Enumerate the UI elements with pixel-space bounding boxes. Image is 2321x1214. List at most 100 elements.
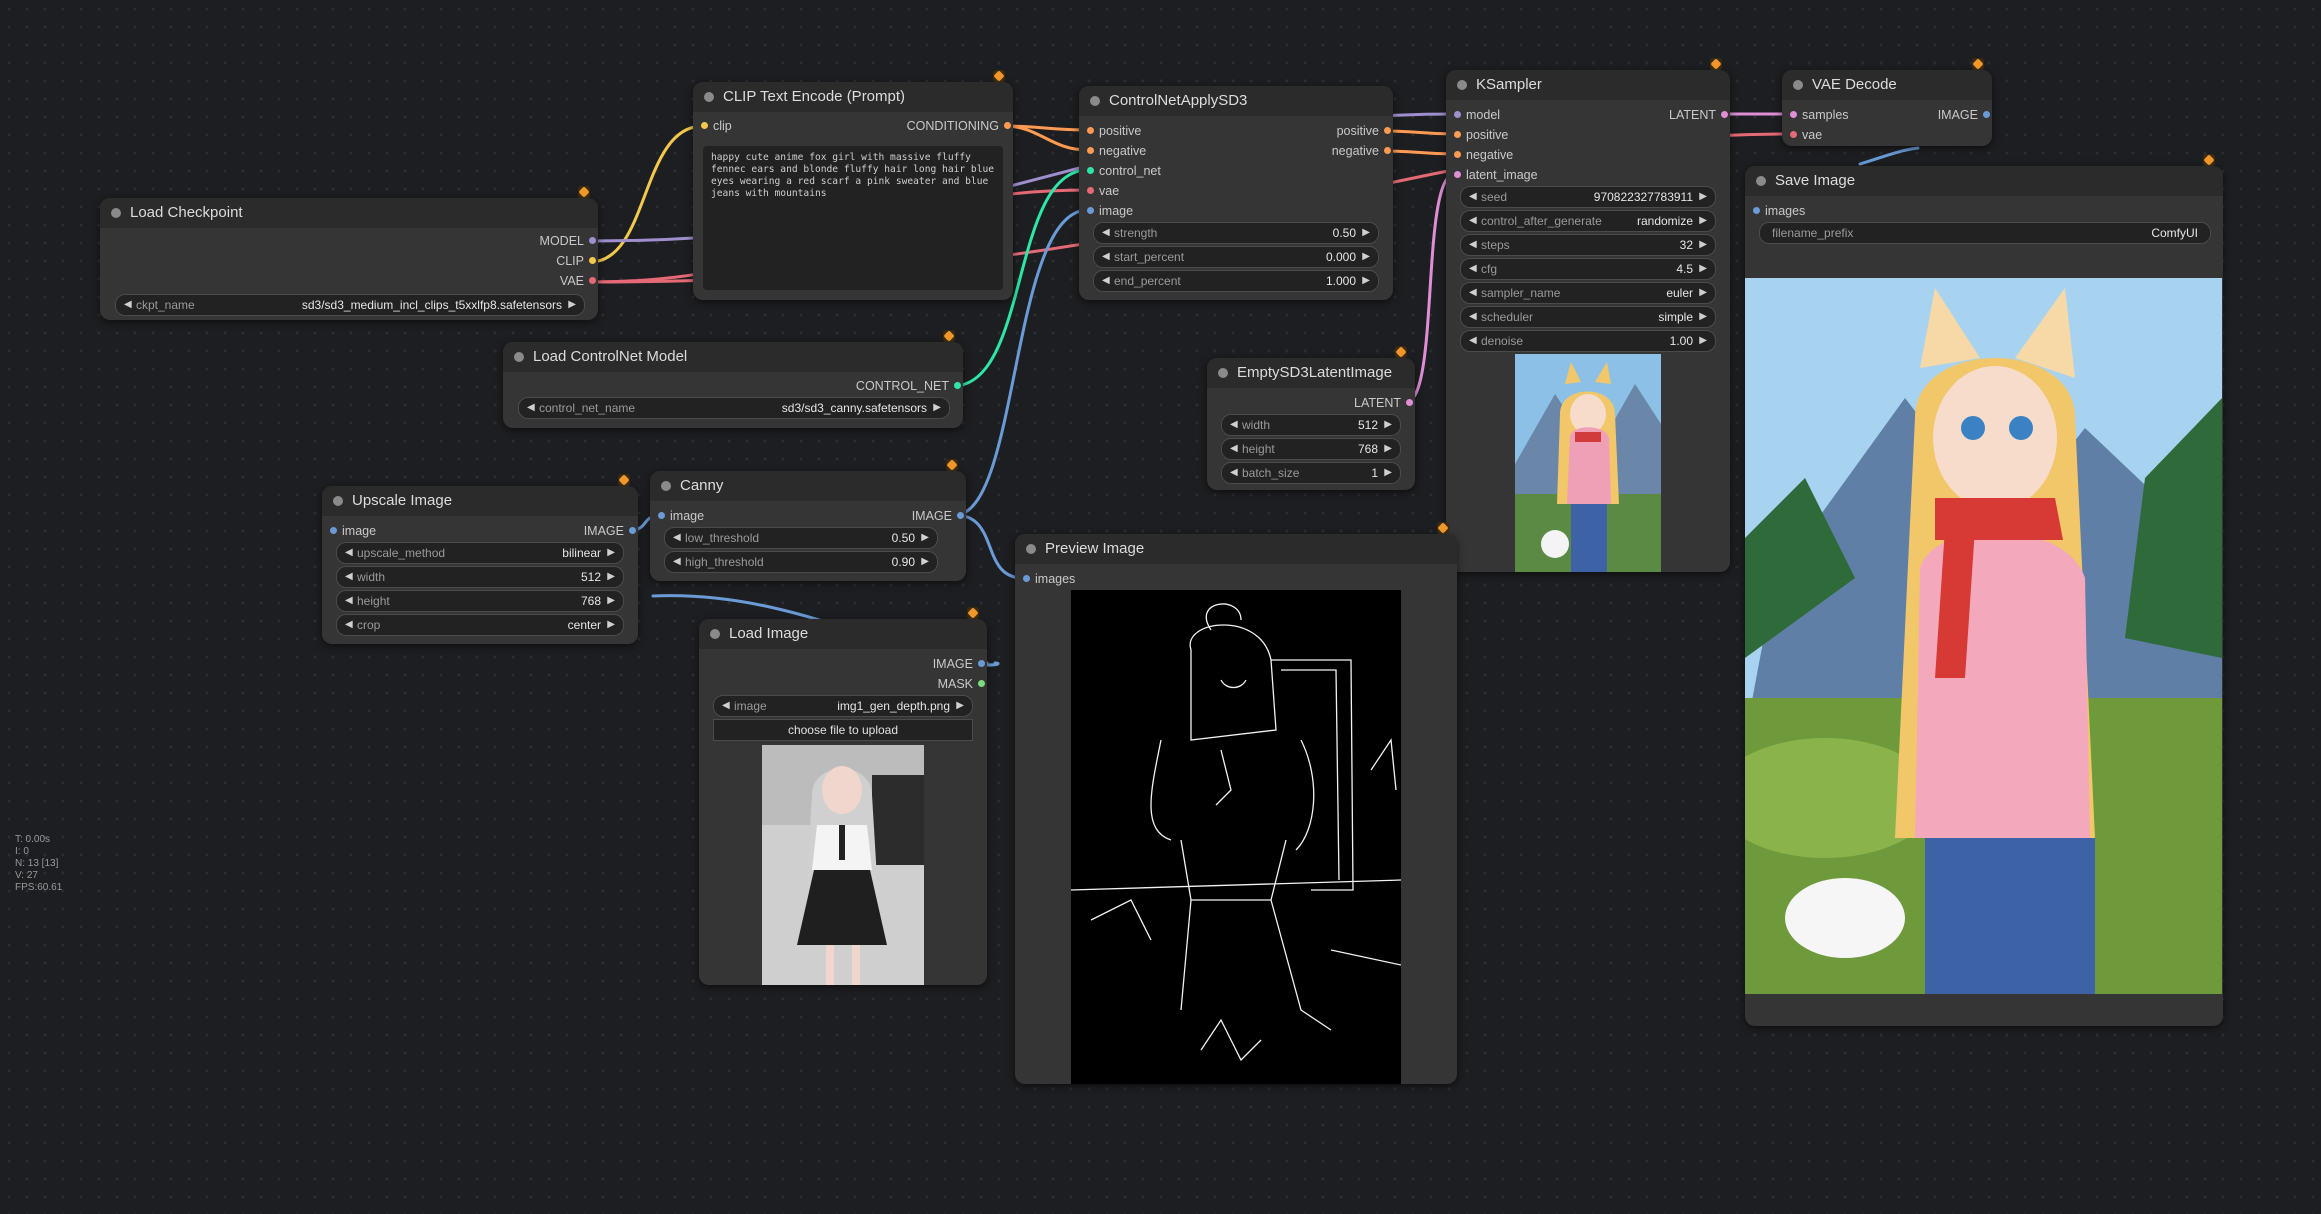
save-image-node[interactable]: Save Image images filename_prefix ComfyU… [1745,154,2223,1026]
arrow-left-icon[interactable]: ◀ [1469,235,1477,255]
arrow-right-icon[interactable]: ▶ [933,398,941,418]
output-pin[interactable] [1721,111,1728,118]
output-clip[interactable]: CLIP [556,254,596,268]
input-pin[interactable] [1087,147,1094,154]
input-negative[interactable]: negative [1087,144,1146,158]
denoise-number[interactable]: ◀ denoise 1.00 ▶ [1460,330,1716,352]
load-controlnet-model-node[interactable]: Load ControlNet Model CONTROL_NET ◀ cont… [503,330,963,428]
input-pin[interactable] [1790,111,1797,118]
scheduler-combo[interactable]: ◀ scheduler simple ▶ [1460,306,1716,328]
output-pin[interactable] [1384,127,1391,134]
input-pin[interactable] [1087,207,1094,214]
input-pin[interactable] [1454,171,1461,178]
collapse-dot-icon[interactable] [1756,176,1766,186]
arrow-left-icon[interactable]: ◀ [1102,223,1110,243]
arrow-right-icon[interactable]: ▶ [1699,187,1707,207]
collapse-dot-icon[interactable] [661,481,671,491]
output-vae[interactable]: VAE [560,274,596,288]
prompt-textarea[interactable]: happy cute anime fox girl with massive f… [703,146,1003,290]
strength-number[interactable]: ◀ strength 0.50 ▶ [1093,222,1379,244]
arrow-right-icon[interactable]: ▶ [1362,271,1370,291]
input-pin[interactable] [701,122,708,129]
arrow-right-icon[interactable]: ▶ [1699,307,1707,327]
output-pin[interactable] [1004,122,1011,129]
node-title[interactable]: Upscale Image [322,486,638,516]
collapse-dot-icon[interactable] [1457,80,1467,90]
input-clip[interactable]: clip [701,119,732,133]
input-pin[interactable] [1087,187,1094,194]
arrow-right-icon[interactable]: ▶ [607,591,615,611]
output-mask[interactable]: MASK [938,677,985,691]
control-after-generate-combo[interactable]: ◀ control_after_generate randomize ▶ [1460,210,1716,232]
link-wire[interactable] [1002,124,1090,152]
link-wire[interactable] [1858,146,1920,166]
link-wire[interactable] [985,661,1000,667]
output-conditioning[interactable]: CONDITIONING [907,119,1011,133]
upload-button[interactable]: choose file to upload [713,719,973,741]
arrow-left-icon[interactable]: ◀ [673,528,681,548]
output-pin[interactable] [978,680,985,687]
controlnet-apply-sd3-node[interactable]: ControlNetApplySD3 positive negative con… [1079,86,1393,300]
output-image[interactable]: IMAGE [1938,108,1990,122]
preview-image-node[interactable]: Preview Image images [1015,522,1457,1084]
node-title[interactable]: CLIP Text Encode (Prompt) [693,82,1013,112]
collapse-dot-icon[interactable] [704,92,714,102]
arrow-left-icon[interactable]: ◀ [1469,187,1477,207]
input-pin[interactable] [1087,127,1094,134]
input-control-net[interactable]: control_net [1087,164,1161,178]
arrow-left-icon[interactable]: ◀ [673,552,681,572]
arrow-right-icon[interactable]: ▶ [1699,283,1707,303]
input-negative[interactable]: negative [1454,148,1513,162]
input-pin[interactable] [1454,151,1461,158]
filename-prefix-text[interactable]: filename_prefix ComfyUI [1759,222,2211,244]
output-image[interactable]: IMAGE [933,657,985,671]
sampler-name-combo[interactable]: ◀ sampler_name euler ▶ [1460,282,1716,304]
node-title[interactable]: Preview Image [1015,534,1457,564]
steps-number[interactable]: ◀ steps 32 ▶ [1460,234,1716,256]
output-pin[interactable] [629,527,636,534]
arrow-left-icon[interactable]: ◀ [1469,259,1477,279]
arrow-left-icon[interactable]: ◀ [1230,439,1238,459]
arrow-left-icon[interactable]: ◀ [1102,247,1110,267]
output-pin[interactable] [1406,399,1413,406]
output-latent[interactable]: LATENT [1669,108,1728,122]
arrow-left-icon[interactable]: ◀ [1469,331,1477,351]
collapse-dot-icon[interactable] [1218,368,1228,378]
input-image[interactable]: image [1087,204,1133,218]
width-number[interactable]: ◀ width 512 ▶ [1221,414,1401,436]
arrow-right-icon[interactable]: ▶ [1699,235,1707,255]
input-vae[interactable]: vae [1087,184,1119,198]
arrow-left-icon[interactable]: ◀ [1469,211,1477,231]
cfg-number[interactable]: ◀ cfg 4.5 ▶ [1460,258,1716,280]
arrow-right-icon[interactable]: ▶ [921,528,929,548]
arrow-right-icon[interactable]: ▶ [1362,223,1370,243]
output-pin[interactable] [1983,111,1990,118]
arrow-left-icon[interactable]: ◀ [527,398,535,418]
height-number[interactable]: ◀ height 768 ▶ [336,590,624,612]
arrow-left-icon[interactable]: ◀ [345,543,353,563]
output-pin[interactable] [954,382,961,389]
collapse-dot-icon[interactable] [710,629,720,639]
upscale-image-node[interactable]: Upscale Image image IMAGE ◀ upscale_metho… [322,474,638,644]
node-title[interactable]: Load ControlNet Model [503,342,963,372]
load-image-node[interactable]: Load Image IMAGE MASK ◀ image img1_gen_dep… [699,607,987,985]
node-title[interactable]: EmptySD3LatentImage [1207,358,1415,388]
high-threshold-number[interactable]: ◀ high_threshold 0.90 ▶ [664,551,938,573]
link-wire[interactable] [1381,149,1457,156]
arrow-left-icon[interactable]: ◀ [345,567,353,587]
input-pin[interactable] [1753,207,1760,214]
arrow-right-icon[interactable]: ▶ [956,696,964,716]
collapse-dot-icon[interactable] [111,208,121,218]
input-images[interactable]: images [1023,572,1075,586]
output-pin[interactable] [957,512,964,519]
arrow-left-icon[interactable]: ◀ [1469,307,1477,327]
arrow-right-icon[interactable]: ▶ [607,615,615,635]
input-latent-image[interactable]: latent_image [1454,168,1538,182]
arrow-right-icon[interactable]: ▶ [1699,211,1707,231]
arrow-right-icon[interactable]: ▶ [1384,463,1392,483]
width-number[interactable]: ◀ width 512 ▶ [336,566,624,588]
node-title[interactable]: KSampler [1446,70,1730,100]
output-positive[interactable]: positive [1337,124,1391,138]
upscale-method-combo[interactable]: ◀ upscale_method bilinear ▶ [336,542,624,564]
arrow-left-icon[interactable]: ◀ [1469,283,1477,303]
